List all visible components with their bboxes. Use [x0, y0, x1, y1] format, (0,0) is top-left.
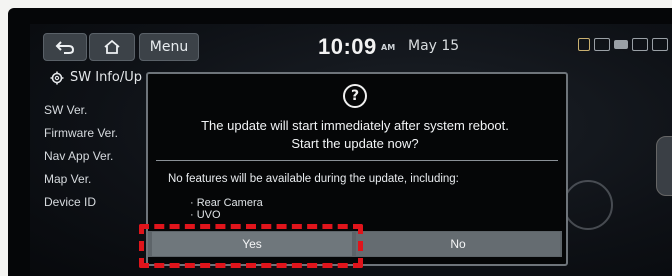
battery-status-icon [594, 38, 610, 51]
date-display: May 15 [408, 38, 460, 54]
dialog-info-text: No features will be available during the… [168, 173, 459, 185]
home-icon [104, 39, 120, 54]
sidebar-item-device-id[interactable]: Device ID [44, 195, 96, 209]
status-icons [578, 38, 668, 51]
highlight-box [139, 224, 363, 268]
home-button[interactable] [89, 33, 135, 61]
sidebar-item-firmware-ver[interactable]: Firmware Ver. [44, 126, 118, 140]
back-arrow-icon [55, 41, 75, 54]
signal-status-icon [578, 38, 590, 51]
back-button[interactable] [43, 33, 87, 61]
sidebar-item-sw-ver[interactable]: SW Ver. [44, 103, 87, 117]
side-panel-handle[interactable] [656, 136, 672, 196]
sw-info-title: SW Info/Up [50, 70, 142, 85]
dialog-message: The update will start immediately after … [201, 118, 509, 133]
gear-icon [50, 71, 64, 84]
question-circle-icon: ? [343, 84, 367, 108]
dialog-question: Start the update now? [291, 136, 419, 151]
sidebar-item-nav-app-ver[interactable]: Nav App Ver. [44, 149, 113, 163]
bluetooth-status-icon [614, 40, 628, 49]
clock-ampm: AM [381, 43, 396, 52]
sidebar-item-map-ver[interactable]: Map Ver. [44, 172, 91, 186]
no-button[interactable]: No [356, 232, 560, 256]
wifi-status-icon [652, 38, 668, 51]
logo-watermark [563, 180, 613, 230]
sw-info-title-label: SW Info/Up [70, 70, 142, 85]
feature-item: · UVO [190, 209, 221, 221]
feature-item: · Rear Camera [190, 197, 263, 209]
clock-time: 10:09 [318, 34, 377, 59]
network-status-icon [632, 38, 648, 51]
dialog-divider [156, 160, 558, 161]
menu-button[interactable]: Menu [139, 33, 199, 61]
